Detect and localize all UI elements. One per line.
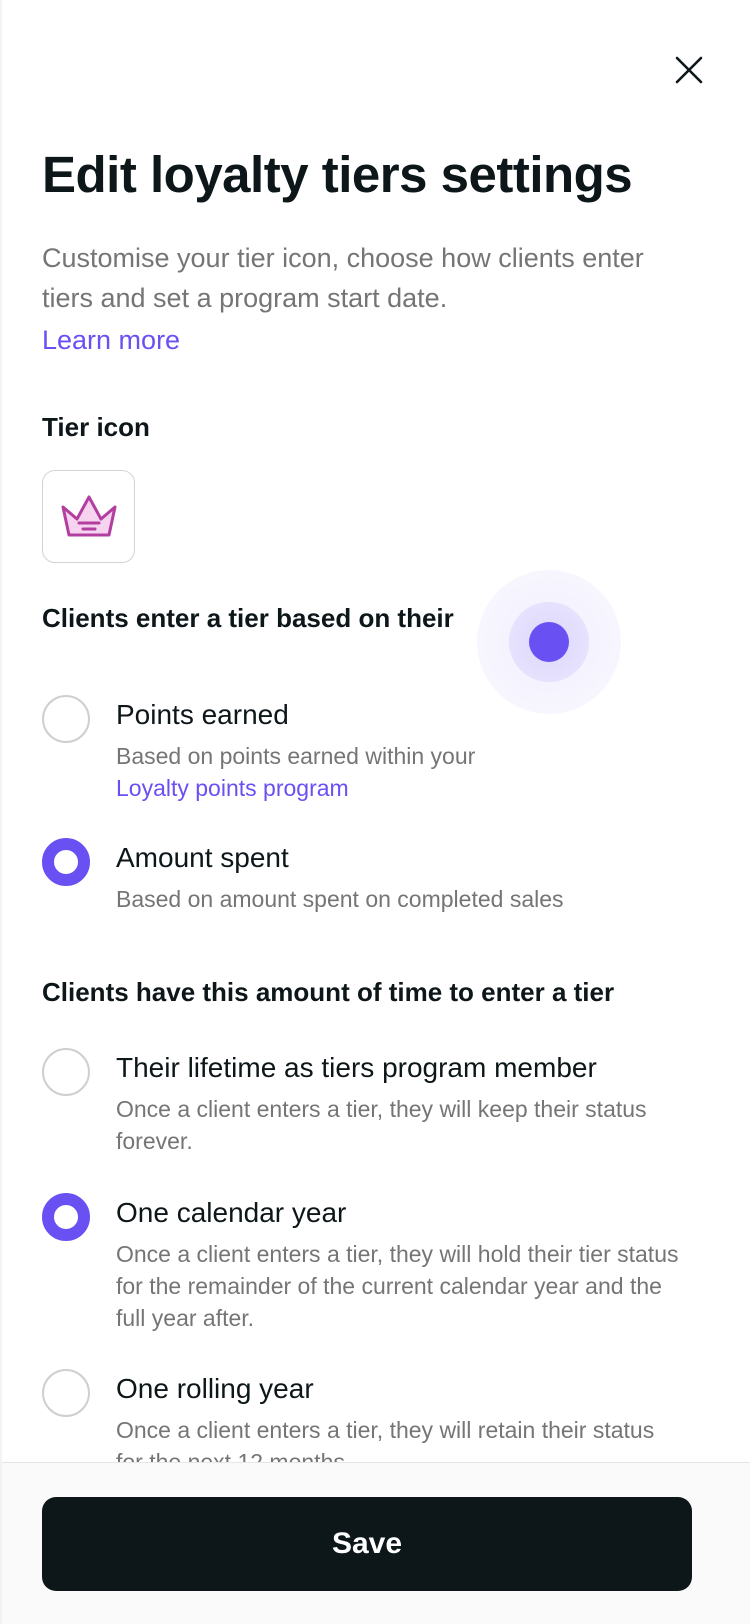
entry-basis-heading: Clients enter a tier based on their bbox=[42, 603, 454, 633]
option-label: One rolling year bbox=[116, 1373, 314, 1404]
option-label: Amount spent bbox=[116, 842, 289, 873]
option-description: Once a client enters a tier, they will k… bbox=[116, 1096, 647, 1154]
radio-rolling-year[interactable] bbox=[42, 1369, 90, 1417]
option-amount-spent[interactable]: Amount spent Based on amount spent on co… bbox=[42, 838, 722, 912]
option-label: Their lifetime as tiers program member bbox=[116, 1052, 597, 1083]
radio-calendar-year[interactable] bbox=[42, 1193, 90, 1241]
save-button[interactable]: Save bbox=[42, 1497, 692, 1591]
option-description-text: Based on points earned within your bbox=[116, 743, 476, 769]
option-points-earned[interactable]: Points earned Based on points earned wit… bbox=[42, 695, 722, 801]
tier-icon-heading: Tier icon bbox=[42, 412, 150, 442]
page-description: Customise your tier icon, choose how cli… bbox=[42, 243, 644, 313]
learn-more-link[interactable]: Learn more bbox=[42, 320, 180, 360]
tier-icon-picker[interactable] bbox=[42, 470, 135, 563]
option-label: One calendar year bbox=[116, 1197, 347, 1228]
page-title: Edit loyalty tiers settings bbox=[42, 146, 633, 203]
option-description: Based on amount spent on completed sales bbox=[116, 886, 564, 912]
radio-points-earned[interactable] bbox=[42, 695, 90, 743]
footer-bar: Save bbox=[2, 1462, 750, 1624]
radio-lifetime[interactable] bbox=[42, 1048, 90, 1096]
radio-amount-spent[interactable] bbox=[42, 838, 90, 886]
option-label: Points earned bbox=[116, 699, 289, 730]
close-icon bbox=[675, 56, 703, 84]
option-lifetime[interactable]: Their lifetime as tiers program member O… bbox=[42, 1048, 722, 1158]
loyalty-points-program-link[interactable]: Loyalty points program bbox=[116, 775, 349, 801]
settings-sheet: Edit loyalty tiers settings Customise yo… bbox=[2, 0, 750, 1624]
crown-icon bbox=[61, 495, 116, 536]
option-description: Based on points earned within your Loyal… bbox=[116, 740, 686, 804]
close-button[interactable] bbox=[669, 50, 709, 90]
option-calendar-year[interactable]: One calendar year Once a client enters a… bbox=[42, 1193, 722, 1333]
time-period-heading: Clients have this amount of time to ente… bbox=[42, 977, 615, 1007]
option-description: Once a client enters a tier, they will h… bbox=[116, 1241, 679, 1331]
touch-indicator bbox=[477, 570, 621, 714]
